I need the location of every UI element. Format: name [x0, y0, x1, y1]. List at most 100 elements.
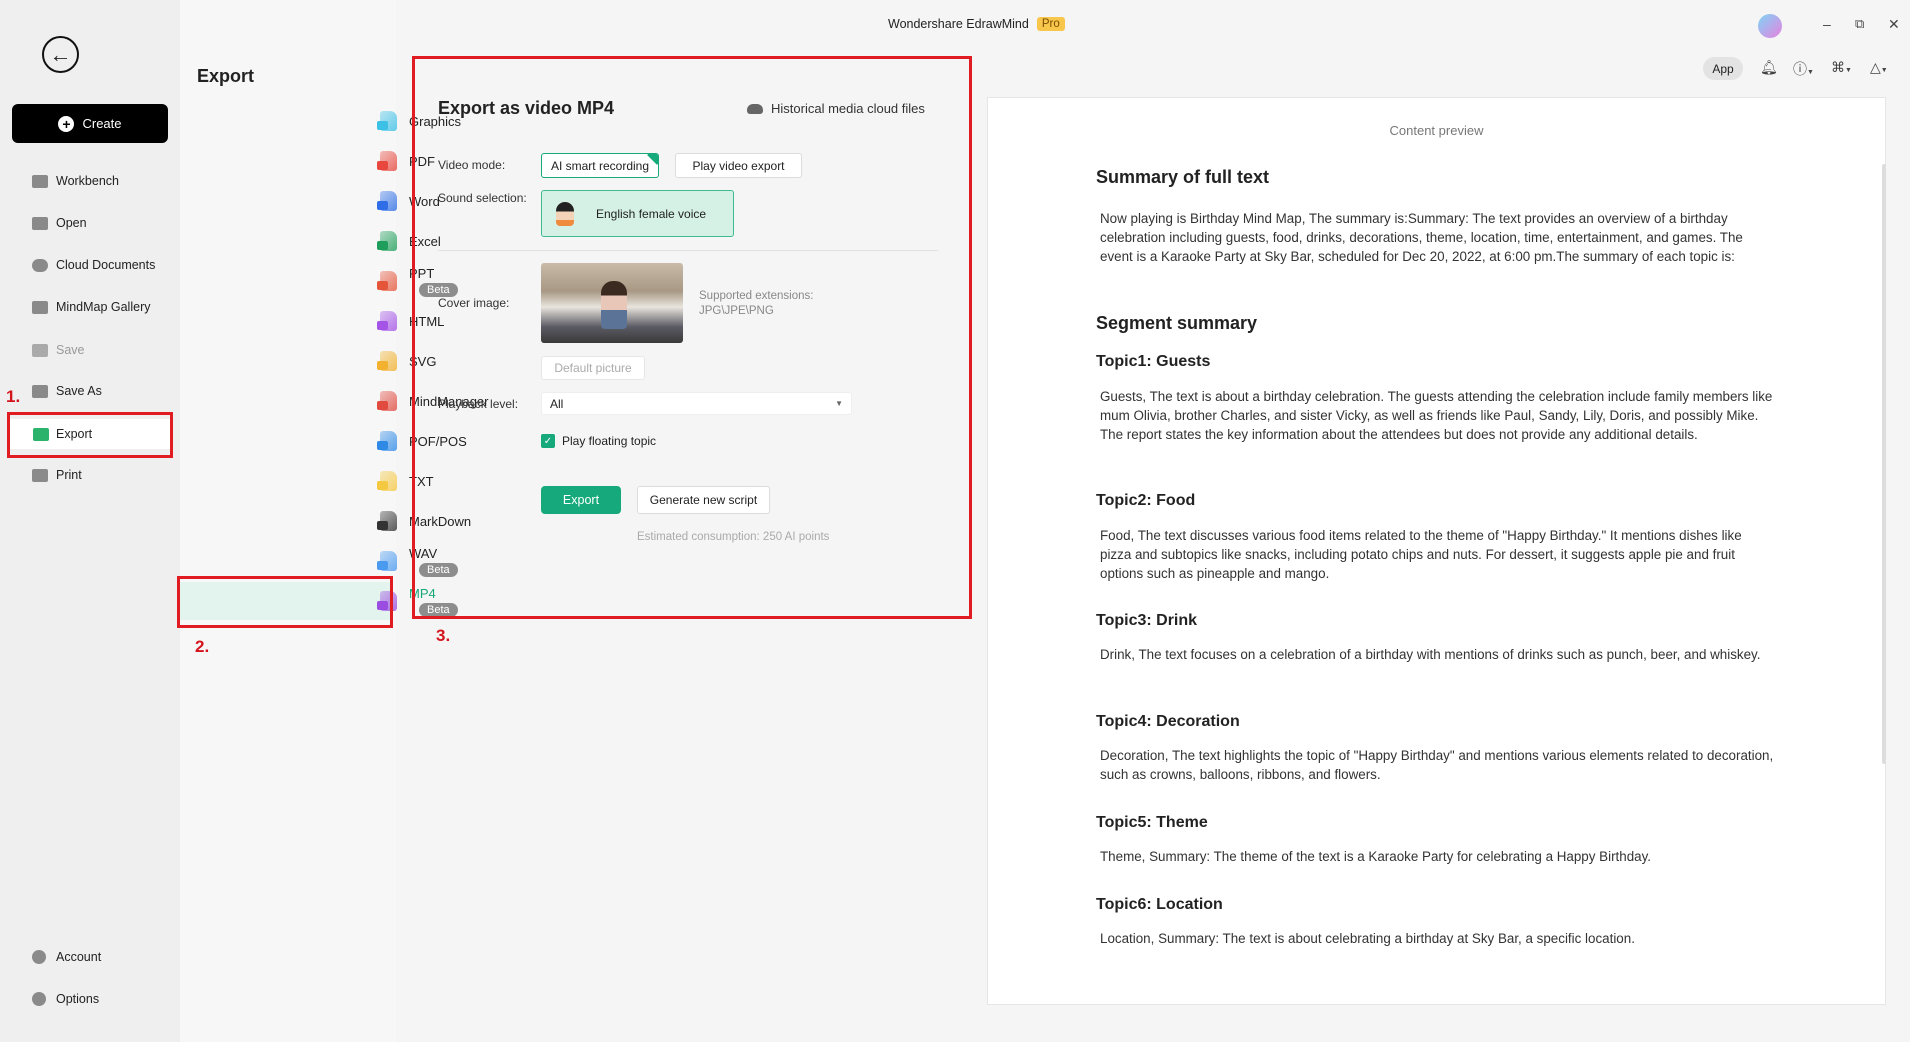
file-badge-icon	[377, 241, 388, 250]
export-item-ppt[interactable]: PPTBeta	[180, 262, 458, 300]
summary-text: Now playing is Birthday Mind Map, The su…	[1100, 211, 1743, 264]
topic-text: Theme, Summary: The theme of the text is…	[1100, 849, 1652, 864]
divider	[438, 250, 938, 251]
sidebar-item-label: Options	[56, 992, 100, 1006]
sidebar-item-cloud-documents[interactable]: Cloud Documents	[0, 250, 180, 280]
select-value: All	[550, 396, 564, 411]
historical-media-label: Historical media cloud files	[771, 101, 925, 116]
annotation-step-2: 2.	[195, 637, 210, 656]
export-item-pdf[interactable]: PDF	[180, 142, 435, 180]
file-badge-icon	[377, 561, 388, 570]
file-word-icon	[377, 191, 397, 211]
sidebar-item-label: Save	[56, 343, 85, 357]
content-preview-label: Content preview	[1389, 123, 1484, 138]
export-item-markdown[interactable]: MarkDown	[180, 502, 471, 540]
sidebar-item-save[interactable]: Save	[0, 335, 180, 365]
cover-image-thumbnail[interactable]	[541, 263, 683, 343]
sidebar-item-options[interactable]: Options	[0, 984, 180, 1014]
topic-text: Drink, The text focuses on a celebration…	[1100, 647, 1761, 662]
playback-level-select[interactable]: All ▼	[541, 392, 852, 415]
export-item-word[interactable]: Word	[180, 182, 440, 220]
workbench-icon	[32, 174, 48, 188]
historical-media-link[interactable]: Historical media cloud files	[747, 101, 925, 116]
back-button[interactable]: ←	[42, 36, 79, 73]
preview-scrollbar[interactable]	[1882, 164, 1886, 764]
file-graphics-icon	[377, 111, 397, 131]
file-badge-icon	[377, 121, 388, 130]
file-pdf-icon	[377, 151, 397, 171]
create-button[interactable]: + Create	[12, 104, 168, 143]
ai-smart-recording-option[interactable]: AI smart recording	[541, 153, 659, 178]
topic-text: Food, The text discusses various food it…	[1100, 528, 1742, 581]
file-wav-icon	[377, 551, 397, 571]
app-name: Wondershare EdrawMind	[888, 17, 1029, 31]
sidebar-item-label: Cloud Documents	[56, 258, 156, 272]
sidebar-item-save-as[interactable]: Save As	[0, 376, 180, 406]
export-item-graphics[interactable]: Graphics	[180, 102, 461, 140]
sidebar-item-workbench[interactable]: Workbench	[0, 166, 180, 196]
cloud-icon	[32, 258, 48, 272]
file-badge-icon	[377, 281, 388, 290]
help-icon[interactable]: ⓘ▼	[1793, 59, 1814, 79]
supported-extensions: Supported extensions: JPG\JPE\PNG	[699, 289, 813, 319]
app-button-label: App	[1712, 61, 1734, 76]
supported-label: Supported extensions:	[699, 290, 814, 302]
topic-heading: Topic4: Decoration	[1096, 713, 1240, 730]
sidebar-item-label: Print	[56, 468, 82, 482]
file-badge-icon	[377, 441, 388, 450]
file-badge-icon	[377, 481, 388, 490]
video-mode-label: Video mode:	[438, 158, 506, 172]
restore-button[interactable]: ⧉	[1855, 16, 1864, 32]
create-label: Create	[82, 116, 122, 131]
sidebar-item-account[interactable]: Account	[0, 942, 180, 972]
export-item-pof-pos[interactable]: POF/POS	[180, 422, 467, 460]
app-title: Wondershare EdrawMind Pro	[888, 17, 1065, 31]
generate-new-script-button[interactable]: Generate new script	[637, 486, 770, 514]
option-label: AI smart recording	[550, 158, 650, 173]
file-excel-icon	[377, 231, 397, 251]
file-badge-icon	[377, 201, 388, 210]
gear-icon	[32, 992, 46, 1006]
file-txt-icon	[377, 471, 397, 491]
apps-grid-icon[interactable]: ⌘▼	[1831, 59, 1852, 76]
sidebar-item-mindmap-gallery[interactable]: MindMap Gallery	[0, 292, 180, 322]
app-button[interactable]: App	[1703, 57, 1743, 80]
close-button[interactable]: ✕	[1888, 16, 1900, 33]
topic-heading: Topic6: Location	[1096, 896, 1223, 913]
topic-text: Location, Summary: The text is about cel…	[1100, 931, 1635, 946]
playback-level-label: Playback level:	[438, 397, 519, 411]
voice-option[interactable]: English female voice	[541, 190, 734, 237]
gallery-icon	[32, 300, 48, 314]
file-mindmanager-icon	[377, 391, 397, 411]
export-item-wav[interactable]: WAVBeta	[180, 542, 458, 580]
topic-text: Decoration, The text highlights the topi…	[1100, 748, 1774, 782]
file-html-icon	[377, 311, 397, 331]
sidebar-item-print[interactable]: Print	[0, 460, 180, 490]
file-markdown-icon	[377, 511, 397, 531]
voice-label: English female voice	[596, 206, 707, 221]
arrow-left-icon: ←	[49, 41, 72, 67]
theme-shirt-icon[interactable]: △▼	[1870, 59, 1888, 76]
topic-heading: Topic5: Theme	[1096, 814, 1208, 831]
default-picture-button[interactable]: Default picture	[541, 356, 645, 380]
export-button[interactable]: Export	[541, 486, 621, 514]
cover-photo-person	[601, 281, 627, 329]
file-badge-icon	[377, 401, 388, 410]
export-item-html[interactable]: HTML	[180, 302, 444, 340]
minimize-button[interactable]: –	[1823, 16, 1831, 32]
play-floating-topic-checkbox[interactable]: ✓ Play floating topic	[541, 434, 656, 448]
user-avatar[interactable]	[1758, 14, 1782, 38]
export-menu-title: Export	[197, 66, 255, 86]
plus-icon: +	[58, 115, 75, 132]
export-item-txt[interactable]: TXT	[180, 462, 434, 500]
sidebar-item-open[interactable]: Open	[0, 208, 180, 238]
play-video-export-option[interactable]: Play video export	[675, 153, 802, 178]
bell-icon[interactable]: 🔔︎	[1760, 59, 1778, 76]
export-item-svg[interactable]: SVG	[180, 342, 436, 380]
export-item-mindmanager[interactable]: MindManager	[180, 382, 489, 420]
summary-heading: Summary of full text	[1096, 167, 1270, 187]
panel-title: Export as video MP4	[438, 98, 615, 118]
sidebar-item-label: Account	[56, 950, 102, 964]
export-item-excel[interactable]: Excel	[180, 222, 441, 260]
cloud-icon	[747, 103, 763, 114]
